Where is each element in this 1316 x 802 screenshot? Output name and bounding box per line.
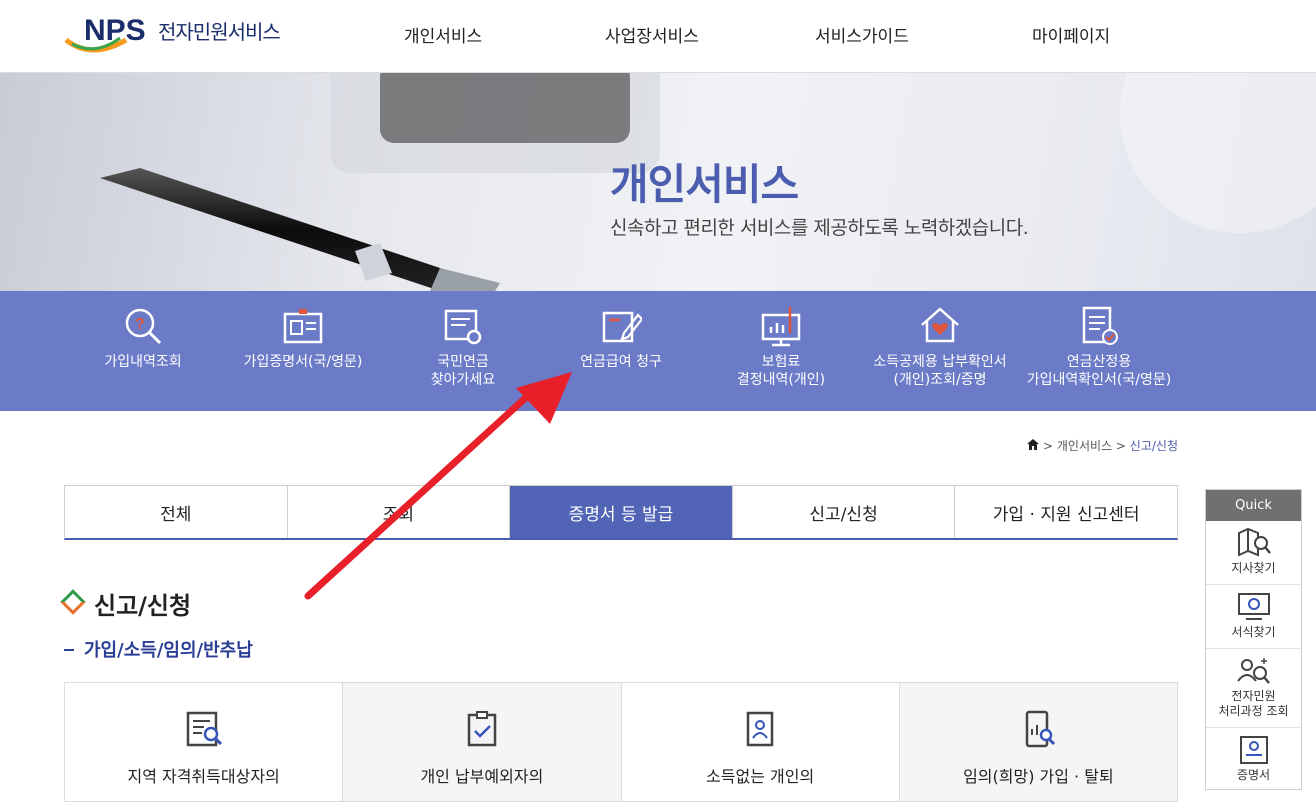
card-label: 임의(희망) 가입 · 탈퇴 [963, 767, 1114, 786]
subsection-title: 가입/소득/임의/반추납 [64, 636, 253, 662]
person-card-icon [746, 711, 774, 747]
house-heart-icon [921, 307, 959, 343]
quick-certificate[interactable]: 증명서 [1206, 728, 1301, 791]
search-question-icon: ? [125, 308, 162, 345]
service-label: (개인)조회/증명 [893, 372, 987, 388]
service-cards: 지역 자격취득대상자의 개인 납부예외자의 소득없는 개인의 임의(희망) 가입… [64, 682, 1178, 802]
quick-item-label: 전자민원 [1231, 689, 1276, 703]
quick-item-label: 증명서 [1236, 768, 1271, 782]
id-card-icon [283, 309, 323, 344]
card-no-income[interactable]: 소득없는 개인의 [622, 683, 900, 801]
breadcrumb-current: 신고/신청 [1129, 439, 1178, 453]
breadcrumb: > 개인서비스 > 신고/신청 [1027, 437, 1178, 454]
quick-menu: Quick 지사찾기 서식찾기 전자민원 처리과정 조회 증명서 [1205, 489, 1302, 790]
service-find-pension[interactable]: 국민연금 찾아가세요 [383, 305, 543, 389]
quick-process-status[interactable]: 전자민원 처리과정 조회 [1206, 649, 1301, 728]
service-enrollment-inquiry[interactable]: ? 가입내역조회 [63, 305, 223, 371]
nav-guide[interactable]: 서비스가이드 [815, 22, 909, 47]
logo-mark: NPS [84, 14, 146, 47]
section-title-text: 신고/신청 [94, 592, 192, 620]
service-label: 결정내역(개인) [736, 372, 826, 388]
clipboard-check-icon [467, 711, 497, 747]
service-label: 연금산정용 [1066, 354, 1132, 370]
dash-icon [64, 649, 74, 651]
card-regional-enrollment[interactable]: 지역 자격취득대상자의 [65, 683, 344, 801]
diamond-bullet-icon [60, 589, 86, 615]
service-label: 국민연금 [437, 354, 489, 370]
tab-support-center[interactable]: 가입 · 지원 신고센터 [955, 486, 1177, 538]
monitor-search-icon [1237, 593, 1270, 620]
quick-menu-title: Quick [1206, 490, 1301, 521]
quick-item-label: 지사찾기 [1231, 561, 1276, 575]
card-label: 개인 납부예외자의 [420, 767, 544, 786]
quick-item-label: 서식찾기 [1231, 625, 1276, 639]
quick-item-label: 처리과정 조회 [1218, 704, 1289, 718]
service-label: 가입내역조회 [104, 354, 182, 370]
card-label: 지역 자격취득대상자의 [127, 767, 280, 786]
svg-text:?: ? [135, 316, 145, 333]
nav-business[interactable]: 사업장서비스 [605, 22, 699, 47]
service-label: 연금급여 청구 [580, 354, 662, 370]
quick-find-branch[interactable]: 지사찾기 [1206, 521, 1301, 585]
list-search-icon [186, 711, 222, 747]
card-label: 소득없는 개인의 [706, 767, 815, 786]
nav-mypage[interactable]: 마이페이지 [1032, 22, 1110, 47]
service-label: 가입증명서(국/영문) [243, 354, 363, 370]
document-check-icon [1082, 306, 1118, 345]
service-enrollment-certificate[interactable]: 가입증명서(국/영문) [223, 305, 383, 371]
document-search-icon [444, 309, 482, 345]
monitor-chart-icon [761, 307, 801, 347]
service-income-deduction[interactable]: 소득공제용 납부확인서 (개인)조회/증명 [860, 305, 1020, 389]
header: NPS 전자민원서비스 개인서비스 사업장서비스 서비스가이드 마이페이지 [0, 0, 1316, 73]
home-icon[interactable] [1027, 439, 1043, 453]
certificate-icon [1239, 736, 1268, 764]
service-premium-decision[interactable]: 보험료 결정내역(개인) [701, 305, 861, 389]
hero-banner: 개인서비스 신속하고 편리한 서비스를 제공하도록 노력하겠습니다. [0, 73, 1316, 291]
category-tabs: 전체 조회 증명서 등 발급 신고/신청 가입 · 지원 신고센터 [64, 485, 1178, 540]
service-label: 찾아가세요 [430, 372, 496, 388]
subsection-title-text: 가입/소득/임의/반추납 [84, 640, 253, 661]
service-pension-calc-certificate[interactable]: 연금산정용 가입내역확인서(국/영문) [1019, 305, 1179, 389]
logo-text[interactable]: 전자민원서비스 [158, 16, 281, 45]
service-label: 보험료 [761, 354, 801, 370]
tab-certificate[interactable]: 증명서 등 발급 [510, 486, 733, 538]
hero-subtitle: 신속하고 편리한 서비스를 제공하도록 노력하겠습니다. [610, 217, 1029, 239]
breadcrumb-separator: > [1115, 439, 1126, 453]
nav-personal[interactable]: 개인서비스 [404, 22, 482, 47]
tab-report-apply[interactable]: 신고/신청 [733, 486, 956, 538]
hero-title: 개인서비스 [610, 160, 799, 209]
breadcrumb-personal[interactable]: 개인서비스 [1057, 439, 1112, 453]
quick-find-form[interactable]: 서식찾기 [1206, 585, 1301, 649]
card-payment-exception[interactable]: 개인 납부예외자의 [343, 683, 622, 801]
people-search-icon [1236, 658, 1270, 684]
card-voluntary-enrollment[interactable]: 임의(희망) 가입 · 탈퇴 [899, 683, 1177, 801]
tab-all[interactable]: 전체 [65, 486, 288, 538]
service-quick-band: ? 가입내역조회 가입증명서(국/영문) 국민연금 찾아가세요 연금급여 청구 [0, 291, 1316, 411]
map-search-icon [1237, 527, 1271, 557]
section-title: 신고/신청 [60, 586, 192, 621]
service-pension-claim[interactable]: 연금급여 청구 [541, 305, 701, 371]
service-label: 소득공제용 납부확인서 [873, 354, 1007, 370]
phone-search-icon [1026, 710, 1056, 748]
pen-edit-icon [602, 311, 642, 343]
tab-inquiry[interactable]: 조회 [288, 486, 511, 538]
breadcrumb-separator: > [1042, 439, 1054, 453]
service-label: 가입내역확인서(국/영문) [1026, 372, 1172, 388]
